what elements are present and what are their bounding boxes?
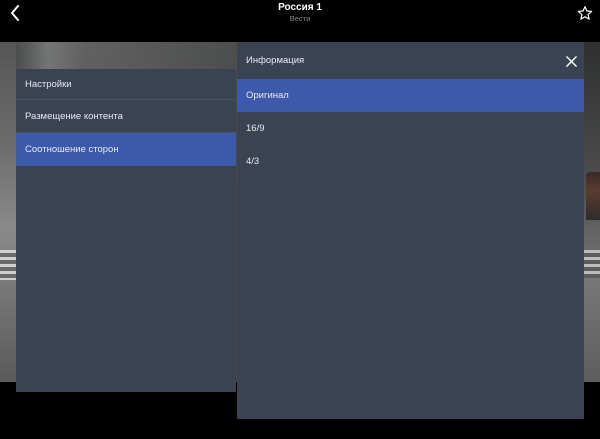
star-outline-icon	[577, 6, 593, 20]
channel-title: Россия 1	[278, 2, 322, 13]
aspect-option-label: Оригинал	[246, 90, 289, 101]
chevron-left-icon	[11, 5, 19, 21]
aspect-option-16-9[interactable]: 16/9	[237, 112, 584, 145]
info-panel-title: Информация	[246, 55, 305, 66]
settings-item-aspect-ratio[interactable]: Соотношение сторон	[16, 133, 236, 166]
aspect-option-label: 16/9	[246, 123, 265, 134]
settings-item-label: Размещение контента	[25, 110, 123, 122]
info-panel: Информация Оригинал 16/9 4/3	[237, 42, 584, 419]
close-icon	[565, 55, 577, 67]
settings-panel-title: Настройки	[16, 69, 236, 100]
top-navigation-bar: Россия 1 Вести	[0, 0, 600, 42]
channel-subtitle: Вести	[289, 14, 311, 23]
video-scene-crosswalk-left	[0, 250, 16, 280]
info-panel-header: Информация	[237, 42, 584, 79]
settings-item-label: Соотношение сторон	[25, 143, 119, 155]
aspect-option-original[interactable]: Оригинал	[237, 79, 584, 112]
video-scene-left-edge	[0, 42, 16, 382]
back-button[interactable]	[4, 2, 26, 24]
aspect-option-4-3[interactable]: 4/3	[237, 145, 584, 178]
close-button[interactable]	[564, 54, 578, 68]
channel-title-block: Россия 1 Вести	[200, 2, 400, 24]
aspect-option-label: 4/3	[246, 156, 260, 167]
settings-panel: Настройки Размещение контента Соотношени…	[16, 69, 236, 392]
video-scene-crosswalk-right	[584, 250, 600, 278]
settings-item-content-placement[interactable]: Размещение контента	[16, 100, 236, 133]
favorite-button[interactable]	[574, 2, 596, 24]
player-screen: Россия 1 Вести Настройки Размещение конт…	[0, 0, 600, 439]
video-scene-person	[586, 172, 600, 220]
